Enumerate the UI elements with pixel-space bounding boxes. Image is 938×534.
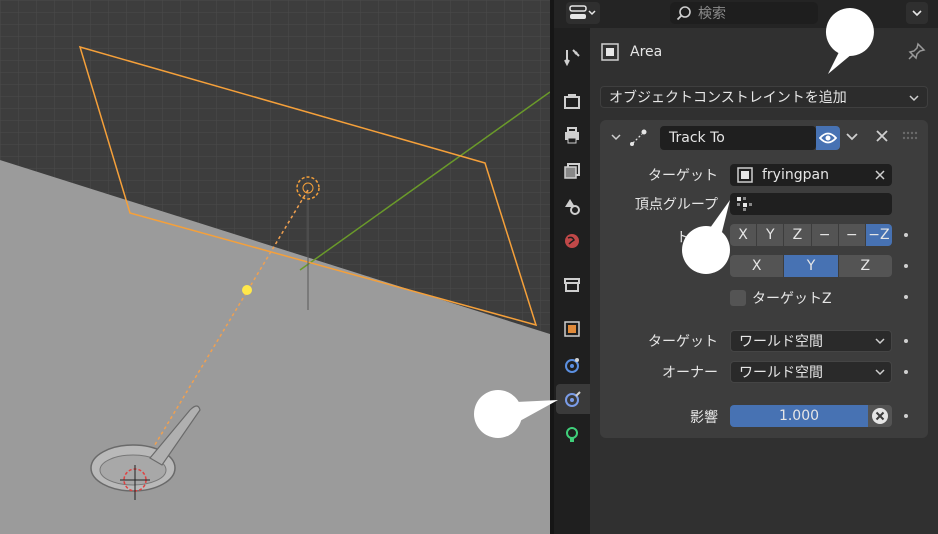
- object-icon: [737, 167, 753, 183]
- chevron-down-icon[interactable]: [844, 128, 860, 144]
- owner-space-label: オーナー: [662, 365, 718, 381]
- 3d-viewport[interactable]: [0, 0, 550, 534]
- tab-render[interactable]: [556, 86, 588, 116]
- editor-type-button[interactable]: [566, 2, 600, 24]
- target-space-dropdown[interactable]: ワールド空間: [730, 330, 892, 352]
- properties-header: 検索: [554, 0, 938, 28]
- constraint-icon: [565, 391, 581, 407]
- vertex-group-field[interactable]: [730, 193, 892, 215]
- tab-modifiers[interactable]: [556, 350, 588, 380]
- tab-view-layer[interactable]: [556, 156, 588, 186]
- target-value: fryingpan: [762, 167, 829, 183]
- object-header: Area: [600, 40, 662, 64]
- keyframe-dot[interactable]: [904, 414, 908, 418]
- eye-icon: [819, 132, 837, 144]
- influence-label: 影響: [690, 410, 718, 426]
- tab-object[interactable]: [556, 314, 588, 344]
- search-placeholder: 検索: [698, 6, 726, 22]
- tab-object-data-light[interactable]: [556, 420, 588, 450]
- object-icon: [601, 43, 619, 61]
- tab-object-constraints[interactable]: [556, 384, 590, 414]
- add-constraint-label: オブジェクトコンストレイントを追加: [609, 90, 847, 106]
- light-point: [242, 285, 252, 295]
- object-name: Area: [630, 44, 663, 60]
- search-icon: [676, 6, 691, 21]
- close-circle-icon: [872, 408, 888, 424]
- tool-icon: [564, 49, 580, 66]
- track-axis-neg-z[interactable]: −Z: [865, 224, 892, 246]
- tab-world[interactable]: [556, 226, 588, 256]
- up-axis-selector: X Y Z: [730, 255, 892, 277]
- track-axis-neg-y[interactable]: −: [838, 224, 866, 246]
- chevron-down-icon: [909, 95, 919, 102]
- influence-slider[interactable]: 1.000: [730, 405, 868, 427]
- constraint-name-field[interactable]: Track To: [660, 126, 816, 150]
- chevron-down-icon: [912, 10, 922, 17]
- target-label: ターゲット: [648, 168, 718, 184]
- close-icon[interactable]: [874, 128, 890, 144]
- owner-space-value: ワールド空間: [739, 365, 823, 381]
- viewport-scene: [0, 0, 550, 534]
- chevron-down-icon: [875, 369, 885, 376]
- scene-icon: [565, 199, 580, 215]
- track-axis-z[interactable]: Z: [784, 224, 812, 246]
- track-axis-y[interactable]: Y: [757, 224, 785, 246]
- properties-editor-icon: [569, 5, 596, 19]
- output-icon: [565, 127, 579, 144]
- tab-scene[interactable]: [556, 191, 588, 221]
- up-axis-z[interactable]: Z: [838, 255, 892, 277]
- keyframe-dot[interactable]: [904, 370, 908, 374]
- constraint-name: Track To: [669, 130, 725, 146]
- influence-value: 1.000: [778, 408, 820, 424]
- chevron-down-icon: [875, 338, 885, 345]
- world-icon: [565, 234, 579, 248]
- render-icon: [564, 94, 580, 109]
- physics-icon: [565, 358, 579, 373]
- keyframe-dot[interactable]: [904, 264, 908, 268]
- target-space-label: ターゲット: [648, 334, 718, 350]
- up-axis-y[interactable]: Y: [784, 255, 839, 277]
- add-constraint-dropdown[interactable]: オブジェクトコンストレイントを追加: [600, 86, 928, 108]
- light-bulb-icon: [566, 427, 578, 442]
- target-field[interactable]: fryingpan: [730, 164, 892, 186]
- collection-icon: [564, 278, 580, 292]
- view-layer-icon: [564, 163, 580, 179]
- target-z-label: ターゲットZ: [752, 291, 832, 307]
- options-dropdown-button[interactable]: [906, 2, 928, 24]
- tab-tool[interactable]: [556, 42, 588, 72]
- checkbox-box[interactable]: [730, 290, 746, 306]
- tab-collection[interactable]: [556, 270, 588, 300]
- drag-grip-icon[interactable]: [902, 131, 918, 141]
- track-axis-neg-x[interactable]: −: [811, 224, 839, 246]
- object-icon: [564, 321, 580, 337]
- collapse-chevron-icon[interactable]: [609, 130, 623, 144]
- pin-icon[interactable]: [908, 42, 926, 64]
- target-z-checkbox[interactable]: ターゲットZ: [730, 288, 832, 308]
- properties-tabs: [554, 0, 590, 534]
- visibility-toggle[interactable]: [816, 126, 840, 150]
- clear-icon[interactable]: [874, 169, 886, 181]
- owner-space-dropdown[interactable]: ワールド空間: [730, 361, 892, 383]
- search-input[interactable]: 検索: [670, 2, 818, 24]
- track-to-icon: [630, 129, 647, 146]
- track-to-constraint-panel: Track To ターゲット fryingpan 頂点グループ トラッ X Y …: [600, 120, 928, 438]
- keyframe-dot[interactable]: [904, 233, 908, 237]
- properties-panel: Area オブジェクトコンストレイントを追加 Track To ターゲット fr…: [590, 0, 938, 534]
- target-space-value: ワールド空間: [739, 334, 823, 350]
- track-axis-selector: X Y Z − − −Z: [730, 224, 892, 246]
- keyframe-dot[interactable]: [904, 339, 908, 343]
- disable-keep-transform-button[interactable]: [868, 405, 892, 427]
- tab-output[interactable]: [556, 120, 588, 150]
- keyframe-dot[interactable]: [904, 295, 908, 299]
